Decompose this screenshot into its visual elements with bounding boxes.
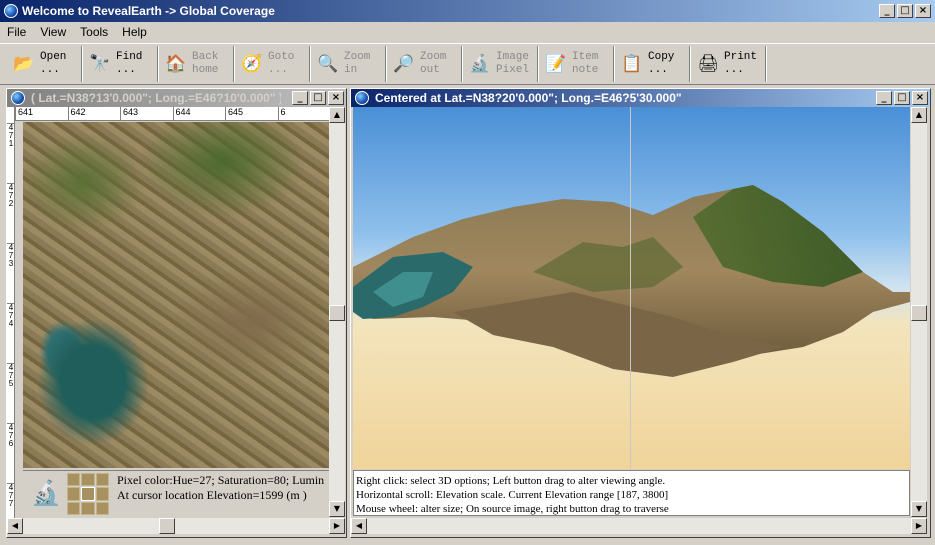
app-title-bar: Welcome to RevealEarth -> Global Coverag… <box>0 0 935 22</box>
ruler-top-tick: 6 <box>277 107 331 120</box>
window-globe-icon <box>11 91 25 105</box>
pixel-color-info: Pixel color:Hue=27; Saturation=80; Lumin <box>117 473 325 487</box>
pixel-swatches <box>67 473 109 515</box>
app-title: Welcome to RevealEarth -> Global Coverag… <box>22 4 275 18</box>
toolbar-zoom-button[interactable]: 🔎 Zoom out <box>386 46 462 82</box>
ruler-left-tick: 4 7 5 <box>7 363 15 388</box>
pixel-info-panel: 🔬 Pixel color:Hue=27; Saturation=80; Lum… <box>23 470 329 516</box>
maximize-button[interactable]: □ <box>897 4 913 18</box>
toolbar-button-label: Goto ... <box>268 51 295 76</box>
menu-view[interactable]: View <box>33 25 73 39</box>
scroll-thumb[interactable] <box>329 305 345 321</box>
toolbar-item-button[interactable]: 📝 Item note <box>538 46 614 82</box>
ruler-left-tick: 4 7 7 <box>7 483 15 508</box>
toolbar: 📂 Open ... 🔭 Find ... 🏠 Back home 🧭 Goto ... 🔍 Zo… <box>0 43 935 85</box>
toolbar-button-label: Item note <box>572 51 599 76</box>
window-globe-icon <box>355 91 369 105</box>
ruler-top-tick: 645 <box>225 107 278 120</box>
toolbar-button-label: Open ... <box>40 51 67 76</box>
3d-scroll-up-button[interactable]: ▲ <box>911 107 927 123</box>
ruler-top-tick: 641 <box>15 107 68 120</box>
toolbar-goto-button[interactable]: 🧭 Goto ... <box>234 46 310 82</box>
image-vertical-scrollbar[interactable]: ▲ ▼ <box>329 107 345 517</box>
3d-scroll-right-button[interactable]: ▶ <box>911 518 927 534</box>
toolbar-button-label: Find ... <box>116 51 143 76</box>
image-window-maximize-button[interactable]: □ <box>310 91 326 105</box>
status-line-1: Right click: select 3D options; Left but… <box>356 475 666 487</box>
open-icon: 📂 <box>13 54 35 74</box>
ruler-left-tick: 4 7 6 <box>7 423 15 448</box>
3d-status-panel: Right click: select 3D options; Left but… <box>353 470 910 516</box>
satellite-image[interactable] <box>23 122 329 468</box>
ruler-left-tick: 4 7 3 <box>7 243 15 268</box>
3d-vertical-scrollbar[interactable]: ▲ ▼ <box>911 107 927 517</box>
microscope-icon: 🔬 <box>469 54 491 74</box>
status-line-3: Mouse wheel: alter size; On source image… <box>356 503 669 515</box>
toolbar-find-button[interactable]: 🔭 Find ... <box>82 46 158 82</box>
center-crosshair <box>630 107 631 469</box>
ruler-left-tick: 4 7 2 <box>7 183 15 208</box>
minimize-button[interactable]: _ <box>879 4 895 18</box>
ruler-top-tick: 642 <box>67 107 121 120</box>
binoculars-icon: 🔭 <box>89 54 111 74</box>
toolbar-open-button[interactable]: 📂 Open ... <box>6 46 82 82</box>
ruler-left-tick: 4 7 1 <box>7 123 15 148</box>
image-window-close-button[interactable]: × <box>328 91 344 105</box>
zoom-out-icon: 🔎 <box>393 54 415 74</box>
menu-tools[interactable]: Tools <box>73 25 115 39</box>
image-window-title: ( Lat.=N38?13'0.000"; Long.=E46?10'0.000… <box>31 91 281 105</box>
menu-help[interactable]: Help <box>115 25 154 39</box>
3d-terrain-view[interactable] <box>353 107 910 469</box>
image-window-minimize-button[interactable]: _ <box>292 91 308 105</box>
toolbar-image-button[interactable]: 🔬 Image Pixel <box>462 46 538 82</box>
menu-file[interactable]: File <box>0 25 33 39</box>
image-window-title-bar: ( Lat.=N38?13'0.000"; Long.=E46?10'0.000… <box>7 89 346 107</box>
toolbar-button-label: Zoom in <box>344 51 371 76</box>
elevation-info: At cursor location Elevation=1599 (m ) <box>117 488 307 502</box>
scroll-left-button[interactable]: ◀ <box>7 518 23 534</box>
left-ruler: 4 7 1 4 7 2 4 7 3 4 7 4 4 7 5 4 7 6 4 7 7 <box>7 107 15 521</box>
3d-scroll-left-button[interactable]: ◀ <box>351 518 367 534</box>
top-ruler: 641 642 643 644 645 6 <box>15 107 330 121</box>
3d-view-minimize-button[interactable]: _ <box>876 91 892 105</box>
toolbar-print-button[interactable]: 🖨 Print ... <box>690 46 766 82</box>
toolbar-copy-button[interactable]: 📋 Copy ... <box>614 46 690 82</box>
elevation-scale-scrollbar[interactable]: ◀ ▶ <box>351 518 927 534</box>
zoom-in-icon: 🔍 <box>317 54 339 74</box>
print-icon: 🖨 <box>697 54 719 74</box>
toolbar-back-button[interactable]: 🏠 Back home <box>158 46 234 82</box>
toolbar-zoom-button[interactable]: 🔍 Zoom in <box>310 46 386 82</box>
3d-view-title: Centered at Lat.=N38?20'0.000"; Long.=E4… <box>375 91 682 105</box>
app-globe-icon <box>4 4 18 18</box>
close-button[interactable]: × <box>915 4 931 18</box>
ruler-top-tick: 643 <box>120 107 173 120</box>
ruler-top-tick: 644 <box>172 107 226 120</box>
scroll-up-button[interactable]: ▲ <box>329 107 345 123</box>
menu-bar: File View Tools Help <box>0 22 935 42</box>
scroll-right-button[interactable]: ▶ <box>329 518 345 534</box>
toolbar-button-label: Image Pixel <box>496 51 530 76</box>
3d-view-maximize-button[interactable]: □ <box>894 91 910 105</box>
compass-icon: 🧭 <box>241 54 263 74</box>
home-icon: 🏠 <box>165 54 187 74</box>
3d-scroll-down-button[interactable]: ▼ <box>911 501 927 517</box>
toolbar-button-label: Zoom out <box>420 51 447 76</box>
image-horizontal-scrollbar[interactable]: ◀ ▶ <box>7 518 345 534</box>
toolbar-button-label: Copy ... <box>648 51 675 76</box>
toolbar-button-label: Print ... <box>724 51 758 76</box>
3d-scroll-thumb[interactable] <box>911 305 927 321</box>
note-icon: 📝 <box>545 54 567 74</box>
hscroll-thumb[interactable] <box>159 518 175 534</box>
3d-view-title-bar: Centered at Lat.=N38?20'0.000"; Long.=E4… <box>351 89 930 107</box>
scroll-down-button[interactable]: ▼ <box>329 501 345 517</box>
copy-icon: 📋 <box>621 54 643 74</box>
toolbar-button-label: Back home <box>192 51 219 76</box>
3d-view-close-button[interactable]: × <box>912 91 928 105</box>
microscope-icon: 🔬 <box>31 479 61 507</box>
ruler-left-tick: 4 7 4 <box>7 303 15 328</box>
status-line-2: Horizontal scroll: Elevation scale. Curr… <box>356 489 669 501</box>
